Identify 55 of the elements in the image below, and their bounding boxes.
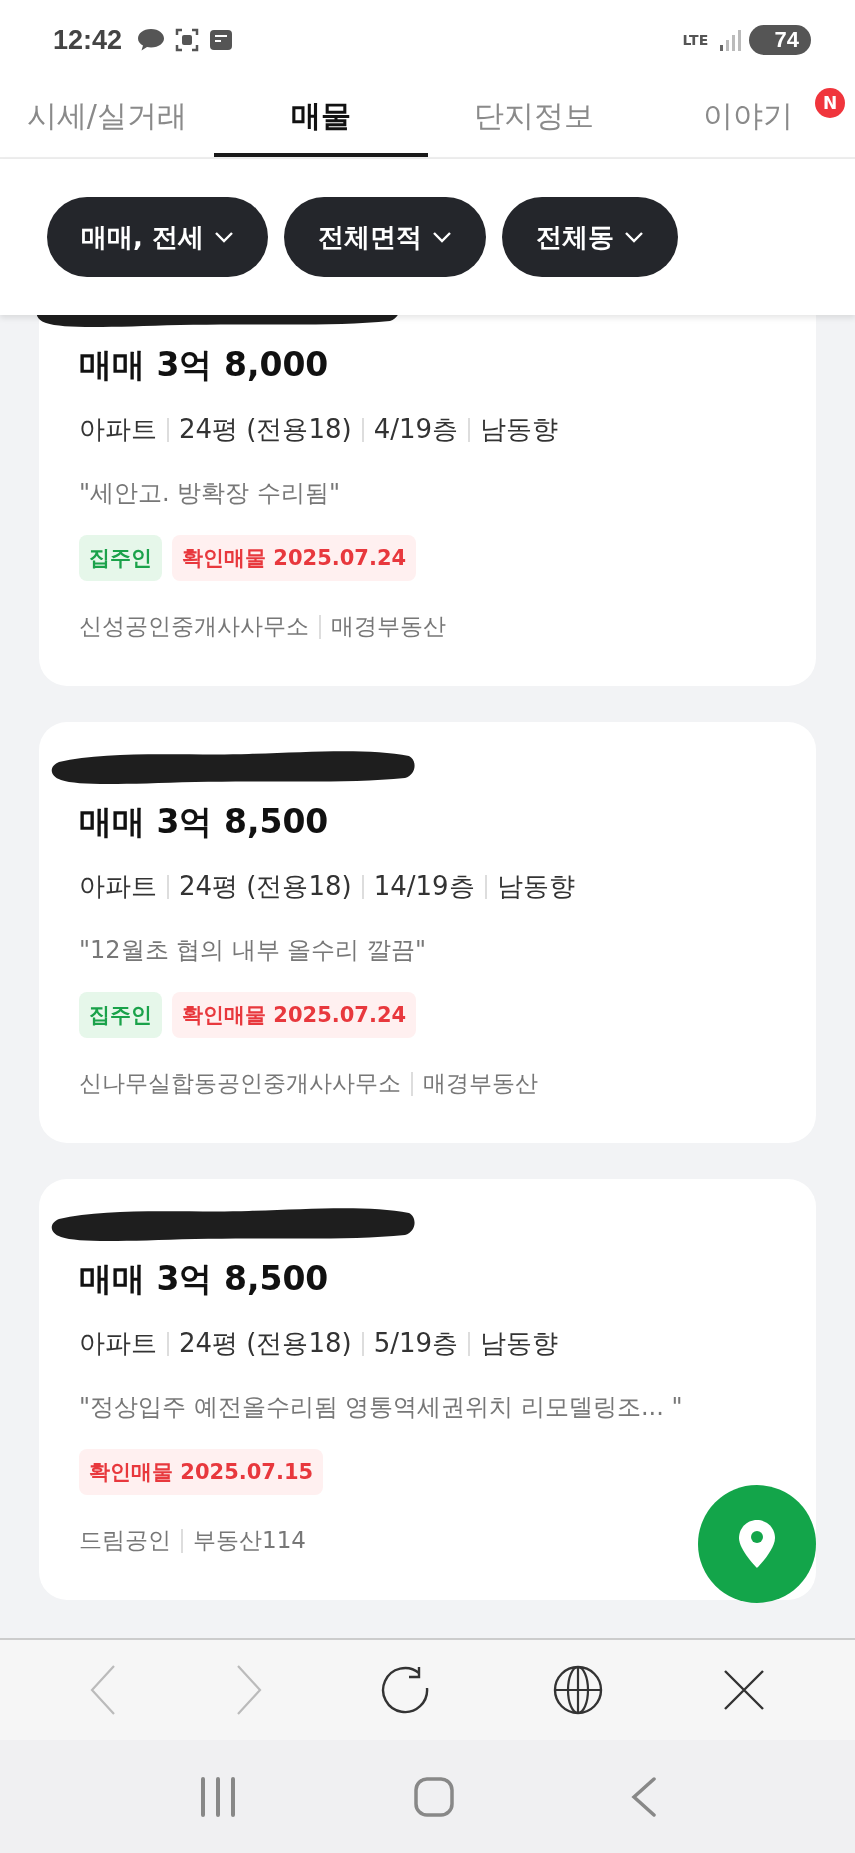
listing-detail: 24평 (전용18) <box>179 1327 352 1360</box>
listing-price: 매매 3억 8,000 <box>79 344 330 386</box>
listing-description: "정상입주 예전올수리됨 영통역세권위치 리모델링조... " <box>79 1392 684 1423</box>
tab[interactable]: 이야기 N <box>641 80 855 157</box>
listing-description: "세안고. 방확장 수리됨" <box>79 478 341 509</box>
back-icon[interactable] <box>89 1664 118 1716</box>
listing-tag: 확인매물 2025.07.24 <box>172 535 417 581</box>
listing-tag: 확인매물 2025.07.15 <box>79 1449 324 1495</box>
agent-name: 매경부동산 <box>423 1069 538 1098</box>
chevron-down-icon <box>431 231 452 243</box>
listing-price: 매매 3억 8,500 <box>79 801 330 843</box>
agent-name: 신성공인중개사사무소 <box>79 612 309 641</box>
back-icon[interactable] <box>630 1776 657 1817</box>
listing-detail: 남동향 <box>480 1327 559 1360</box>
listing-detail: 14/19층 <box>373 870 475 903</box>
location-pin-icon <box>737 1518 777 1570</box>
listing-card[interactable]: 매매 3억 8,500 아파트 24평 (전용18) 5/19층 남동향 "정상입주 예전올수리됨 영통역세권위치 리모델링조... " 확인매물 2025.07.15 드림공인 부동산114 <box>39 1179 816 1600</box>
listing-detail: 아파트 <box>79 870 157 903</box>
signal-icon <box>718 28 741 52</box>
filter-dropdown[interactable]: 전체면적 <box>283 197 486 277</box>
listing-detail: 남동향 <box>496 870 575 903</box>
listing-card[interactable]: 매매 3억 8,500 아파트 24평 (전용18) 14/19층 남동향 "12월초 협의 내부 올수리 깔끔" 집주인 확인매물 2025.07.24 신나무실합동공인중개사사무소 매경부동산 <box>39 722 816 1143</box>
listing-tag: 집주인 <box>79 992 162 1038</box>
close-icon[interactable] <box>721 1668 766 1712</box>
filter-dropdown[interactable]: 매매, 전세 <box>47 197 268 277</box>
listing-detail: 4/19층 <box>373 413 459 446</box>
listing-card[interactable]: 매매 3억 8,000 아파트 24평 (전용18) 4/19층 남동향 "세안고. 방확장 수리됨" 집주인 확인매물 2025.07.24 신성공인중개사사무소 매경부동산 <box>39 315 816 686</box>
network-type: LTE <box>682 33 710 47</box>
listing-detail: 남동향 <box>480 413 559 446</box>
listing-detail: 5/19층 <box>373 1327 459 1360</box>
screenshot-icon <box>174 27 201 53</box>
new-badge: N <box>815 88 845 118</box>
agent-name: 부동산114 <box>193 1526 306 1555</box>
listing-tag: 확인매물 2025.07.24 <box>172 992 417 1038</box>
note-icon <box>208 27 235 53</box>
listing-price: 매매 3억 8,500 <box>79 1258 330 1300</box>
listing-detail: 24평 (전용18) <box>179 413 352 446</box>
agent-name: 신나무실합동공인중개사사무소 <box>79 1069 401 1098</box>
listing-description: "12월초 협의 내부 올수리 깔끔" <box>79 935 428 966</box>
globe-icon[interactable] <box>551 1664 604 1716</box>
recent-apps-icon[interactable] <box>198 1776 237 1817</box>
status-time: 12:42 <box>53 24 123 56</box>
filter-dropdown[interactable]: 전체동 <box>501 197 678 277</box>
chevron-down-icon <box>623 231 644 243</box>
listing-detail: 아파트 <box>79 413 157 446</box>
agent-name: 드림공인 <box>79 1526 171 1555</box>
listing-detail: 24평 (전용18) <box>179 870 352 903</box>
agent-name: 매경부동산 <box>331 612 446 641</box>
chat-bubble-icon <box>136 27 167 53</box>
battery-indicator: 74 <box>748 25 811 55</box>
forward-icon[interactable] <box>235 1664 264 1716</box>
chevron-down-icon <box>213 231 234 243</box>
home-icon[interactable] <box>413 1776 454 1817</box>
listing-detail: 아파트 <box>79 1327 157 1360</box>
listing-tag: 집주인 <box>79 535 162 581</box>
